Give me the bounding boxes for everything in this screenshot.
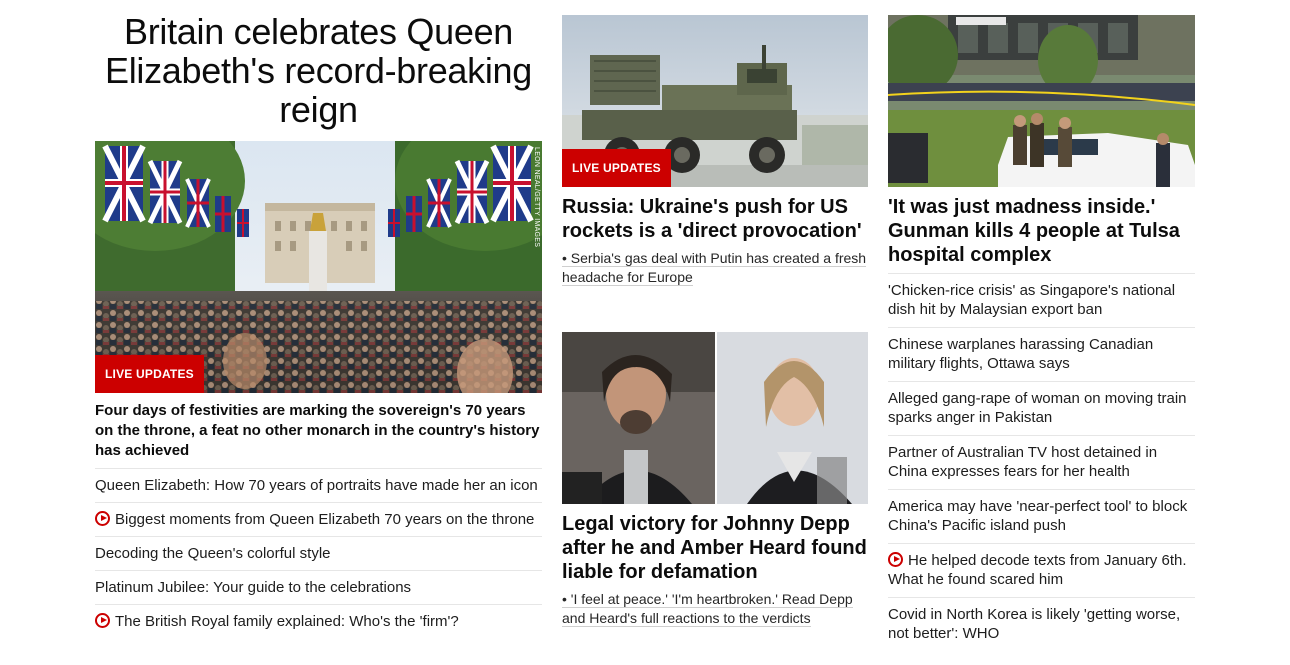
link-text: He helped decode texts from January 6th.… bbox=[888, 552, 1187, 588]
link-text: Biggest moments from Queen Elizabeth 70 … bbox=[115, 511, 535, 528]
play-icon bbox=[95, 613, 110, 628]
depp-heard-image[interactable] bbox=[562, 332, 868, 504]
tulsa-scene-photo bbox=[888, 15, 1195, 187]
lead-subheadline[interactable]: Four days of festivities are marking the… bbox=[95, 401, 542, 461]
list-item[interactable]: The British Royal family explained: Who'… bbox=[95, 604, 542, 638]
list-item[interactable]: Decoding the Queen's colorful style bbox=[95, 536, 542, 570]
link-text: Covid in North Korea is likely 'getting … bbox=[888, 606, 1181, 642]
link-text: Queen Elizabeth: How 70 years of portrai… bbox=[95, 477, 538, 494]
rocket-story-headline[interactable]: Russia: Ukraine's push for US rockets is… bbox=[562, 195, 868, 243]
list-item[interactable]: 'Chicken-rice crisis' as Singapore's nat… bbox=[888, 273, 1195, 327]
list-item[interactable]: Covid in North Korea is likely 'getting … bbox=[888, 597, 1195, 651]
link-text: Platinum Jubilee: Your guide to the cele… bbox=[95, 579, 412, 596]
list-item[interactable]: Chinese warplanes harassing Canadian mil… bbox=[888, 327, 1195, 381]
middle-column: LIVE UPDATES Russia: Ukraine's push for … bbox=[562, 15, 868, 627]
list-item[interactable]: He helped decode texts from January 6th.… bbox=[888, 543, 1195, 597]
link-text: Partner of Australian TV host detained i… bbox=[888, 444, 1158, 480]
live-updates-badge: LIVE UPDATES bbox=[562, 149, 671, 187]
depp-story-headline[interactable]: Legal victory for Johnny Depp after he a… bbox=[562, 512, 868, 584]
link-text: • Serbia's gas deal with Putin has creat… bbox=[562, 250, 867, 286]
right-news-list: 'Chicken-rice crisis' as Singapore's nat… bbox=[888, 273, 1195, 651]
live-updates-badge: LIVE UPDATES bbox=[95, 355, 204, 393]
tulsa-story-headline[interactable]: 'It was just madness inside.' Gunman kil… bbox=[888, 195, 1195, 267]
list-item[interactable]: Partner of Australian TV host detained i… bbox=[888, 435, 1195, 489]
link-text: Decoding the Queen's colorful style bbox=[95, 545, 331, 562]
list-item[interactable]: Queen Elizabeth: How 70 years of portrai… bbox=[95, 468, 542, 502]
rocket-story-card: LIVE UPDATES Russia: Ukraine's push for … bbox=[562, 15, 868, 287]
play-icon bbox=[95, 511, 110, 526]
link-text: 'Chicken-rice crisis' as Singapore's nat… bbox=[888, 282, 1176, 318]
list-item[interactable]: America may have 'near-perfect tool' to … bbox=[888, 489, 1195, 543]
lead-image[interactable]: LEON NEAL/GETTY IMAGES LIVE UPDATES bbox=[95, 141, 542, 393]
tulsa-hospital-image[interactable] bbox=[888, 15, 1195, 187]
play-icon bbox=[888, 552, 903, 567]
link-text: Alleged gang-rape of woman on moving tra… bbox=[888, 390, 1187, 426]
right-column: 'It was just madness inside.' Gunman kil… bbox=[888, 15, 1195, 651]
rocket-story-related-link[interactable]: • Serbia's gas deal with Putin has creat… bbox=[562, 249, 868, 287]
depp-heard-photo bbox=[562, 332, 868, 504]
link-text: • 'I feel at peace.' 'I'm heartbroken.' … bbox=[562, 591, 853, 627]
rocket-launcher-image[interactable]: LIVE UPDATES bbox=[562, 15, 868, 187]
list-item[interactable]: Platinum Jubilee: Your guide to the cele… bbox=[95, 570, 542, 604]
link-text: The British Royal family explained: Who'… bbox=[115, 613, 459, 630]
depp-story-related-link[interactable]: • 'I feel at peace.' 'I'm heartbroken.' … bbox=[562, 590, 868, 628]
link-text: America may have 'near-perfect tool' to … bbox=[888, 498, 1188, 534]
depp-story-card: Legal victory for Johnny Depp after he a… bbox=[562, 332, 868, 628]
lead-related-links: Queen Elizabeth: How 70 years of portrai… bbox=[95, 468, 542, 638]
list-item[interactable]: Alleged gang-rape of woman on moving tra… bbox=[888, 381, 1195, 435]
lead-headline[interactable]: Britain celebrates Queen Elizabeth's rec… bbox=[95, 12, 542, 129]
list-item[interactable]: Biggest moments from Queen Elizabeth 70 … bbox=[95, 502, 542, 536]
link-text: Chinese warplanes harassing Canadian mil… bbox=[888, 336, 1154, 372]
lead-story: Britain celebrates Queen Elizabeth's rec… bbox=[95, 12, 542, 638]
image-credit: LEON NEAL/GETTY IMAGES bbox=[533, 147, 540, 248]
